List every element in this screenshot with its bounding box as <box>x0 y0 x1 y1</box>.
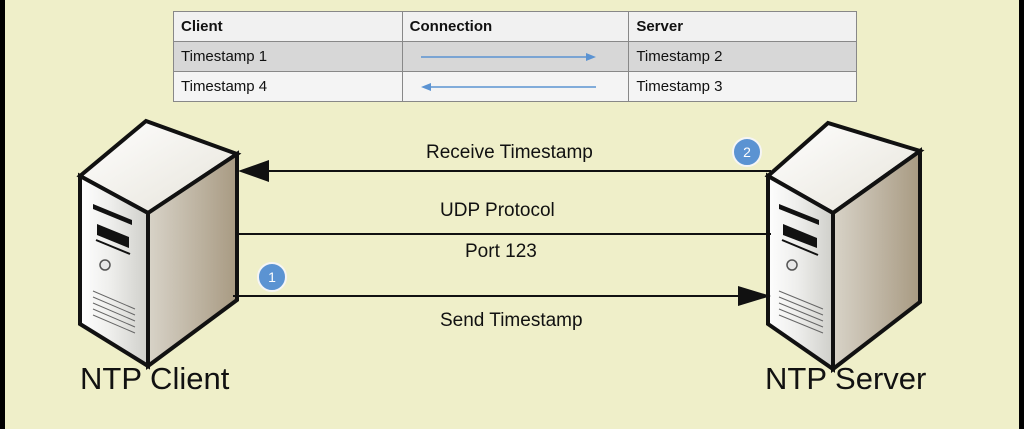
table-header-row: Client Connection Server <box>173 11 857 42</box>
connection-arrow-cell <box>401 71 630 102</box>
port-label: Port 123 <box>465 241 537 262</box>
connection-column-header: Connection <box>401 11 630 42</box>
ntp-server-icon <box>764 120 925 374</box>
ntp-client-label: NTP Client <box>80 361 230 396</box>
receive-timestamp-label: Receive Timestamp <box>426 142 593 163</box>
client-timestamp-cell: Timestamp 4 <box>173 71 403 102</box>
step-2-badge: 2 <box>732 137 762 167</box>
client-column-header: Client <box>173 11 403 42</box>
send-timestamp-label: Send Timestamp <box>440 310 583 331</box>
ntp-diagram-canvas: Client Connection Server Timestamp 1 Tim… <box>5 0 1019 429</box>
left-arrow-icon <box>420 83 596 91</box>
table-row: Timestamp 4 Timestamp 3 <box>173 71 857 102</box>
udp-protocol-label: UDP Protocol <box>440 200 555 221</box>
timestamp-table: Client Connection Server Timestamp 1 Tim… <box>173 11 857 102</box>
server-timestamp-cell: Timestamp 2 <box>628 41 857 72</box>
client-timestamp-cell: Timestamp 1 <box>173 41 403 72</box>
step-1-badge: 1 <box>257 262 287 292</box>
ntp-server-label: NTP Server <box>765 361 927 396</box>
server-timestamp-cell: Timestamp 3 <box>628 71 857 102</box>
connection-arrow-cell <box>401 41 630 72</box>
right-arrow-icon <box>420 53 596 61</box>
table-row: Timestamp 1 Timestamp 2 <box>173 41 857 72</box>
server-column-header: Server <box>628 11 857 42</box>
send-arrow <box>233 286 771 306</box>
client-server-icon <box>76 118 242 370</box>
